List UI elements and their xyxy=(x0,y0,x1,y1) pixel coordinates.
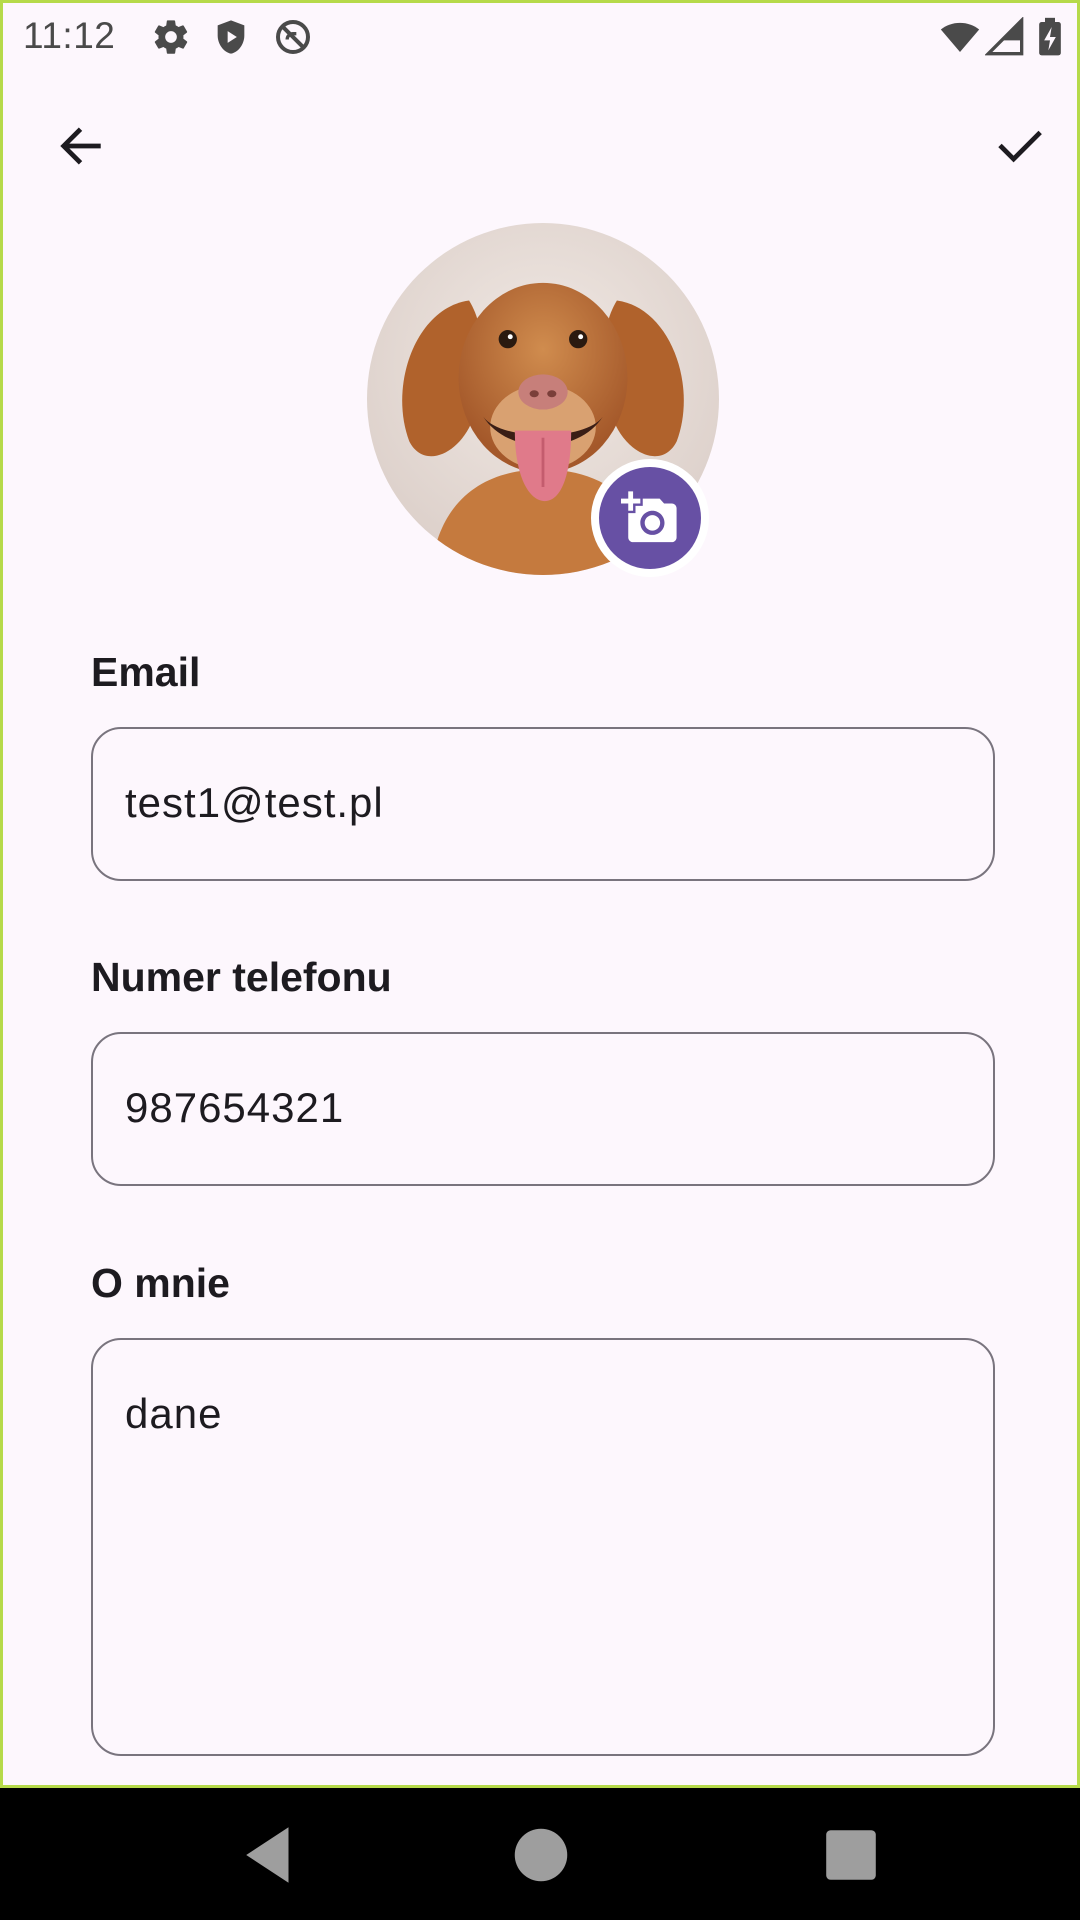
status-time: 11:12 xyxy=(23,15,116,56)
battery-charging-icon xyxy=(1033,17,1067,57)
phone-value: 987654321 xyxy=(125,1084,345,1131)
home-circle-icon xyxy=(514,1828,568,1882)
phone-label: Numer telefonu xyxy=(91,954,392,1000)
save-button[interactable] xyxy=(979,106,1059,186)
phone-field[interactable]: 987654321 xyxy=(91,1032,995,1186)
email-label: Email xyxy=(91,649,201,695)
arrow-back-icon xyxy=(60,127,101,165)
change-photo-button[interactable] xyxy=(591,459,709,577)
status-bar: 11:12 xyxy=(3,3,1077,71)
about-value: dane xyxy=(125,1390,223,1437)
email-value: test1@test.pl xyxy=(125,779,384,826)
about-textarea[interactable]: dane xyxy=(91,1338,995,1756)
nav-recents-button[interactable] xyxy=(816,1820,886,1890)
no-sync-icon xyxy=(273,17,313,57)
back-triangle-icon xyxy=(246,1827,289,1883)
settings-icon xyxy=(151,17,191,57)
screen: 11:12 Email test1@test.pl Numer telefonu… xyxy=(0,0,1080,1788)
wifi-icon xyxy=(937,17,983,57)
add-a-photo-icon xyxy=(621,491,677,543)
about-label: O mnie xyxy=(91,1260,230,1306)
back-button[interactable] xyxy=(41,106,121,186)
change-photo-button-bg xyxy=(599,467,701,569)
shield-icon xyxy=(211,17,251,57)
recents-square-icon xyxy=(826,1830,876,1880)
email-field[interactable]: test1@test.pl xyxy=(91,727,995,881)
nav-home-button[interactable] xyxy=(506,1820,576,1890)
check-icon xyxy=(998,130,1042,163)
navigation-bar xyxy=(0,1788,1080,1920)
nav-back-button[interactable] xyxy=(236,1820,306,1890)
signal-icon xyxy=(985,17,1025,57)
